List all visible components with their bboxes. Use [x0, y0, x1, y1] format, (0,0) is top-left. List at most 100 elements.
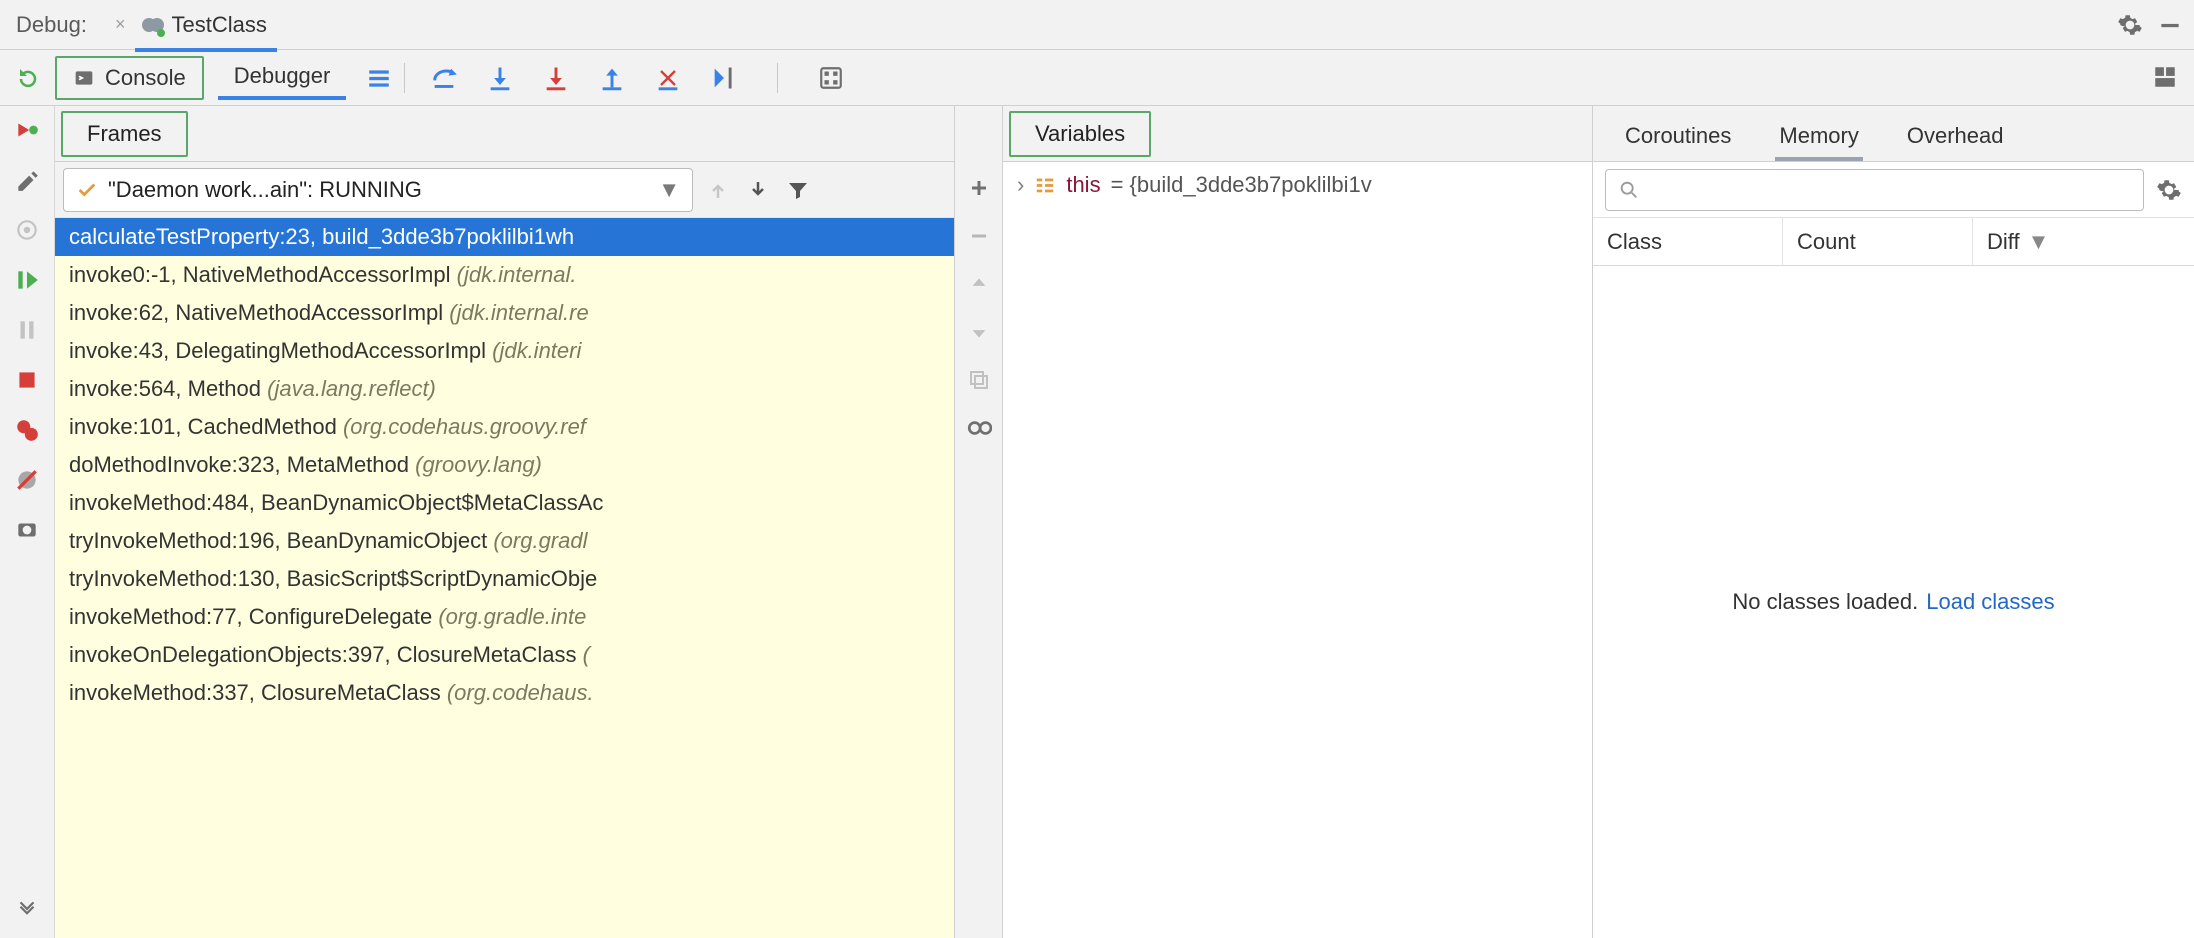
- tab-coroutines[interactable]: Coroutines: [1621, 113, 1735, 161]
- gear-icon[interactable]: [2116, 11, 2144, 39]
- column-count[interactable]: Count: [1783, 218, 1973, 265]
- duplicate-watch-icon[interactable]: [965, 366, 993, 394]
- new-watch-icon[interactable]: [965, 174, 993, 202]
- frame-package: (org.codehaus.groovy.ref: [343, 414, 586, 439]
- frame-package: (java.lang.reflect): [267, 376, 436, 401]
- run-to-cursor-icon[interactable]: [709, 63, 739, 93]
- frame-package: (org.codehaus.: [447, 680, 594, 705]
- minimize-icon[interactable]: [2156, 11, 2184, 39]
- variables-panel: Variables › this = {build_3dde3b7poklilb…: [1003, 106, 1593, 938]
- frame-row[interactable]: invoke0:-1, NativeMethodAccessorImpl (jd…: [55, 256, 954, 294]
- evaluate-expression-icon[interactable]: [816, 63, 846, 93]
- stop-icon[interactable]: [13, 366, 41, 394]
- resume-program-icon[interactable]: [13, 266, 41, 294]
- layout-settings-icon[interactable]: [2152, 64, 2180, 92]
- frame-package: (org.gradl: [493, 528, 587, 553]
- get-thread-dump-icon[interactable]: [13, 516, 41, 544]
- frame-row[interactable]: invoke:101, CachedMethod (org.codehaus.g…: [55, 408, 954, 446]
- drop-frame-icon[interactable]: [653, 63, 683, 93]
- tab-coroutines-label: Coroutines: [1625, 123, 1731, 148]
- variables-body[interactable]: › this = {build_3dde3b7poklilbi1v: [1003, 162, 1592, 938]
- frame-row[interactable]: invokeMethod:484, BeanDynamicObject$Meta…: [55, 484, 954, 522]
- frames-tab[interactable]: Frames: [61, 111, 188, 157]
- check-icon: [76, 179, 98, 201]
- chevron-right-icon[interactable]: ›: [1017, 172, 1024, 198]
- frame-row[interactable]: invoke:564, Method (java.lang.reflect): [55, 370, 954, 408]
- debugger-tab[interactable]: Debugger: [218, 56, 347, 100]
- column-class[interactable]: Class: [1593, 218, 1783, 265]
- close-tab-icon[interactable]: ×: [105, 14, 136, 35]
- frame-row[interactable]: calculateTestProperty:23, build_3dde3b7p…: [55, 218, 954, 256]
- frame-row[interactable]: invoke:62, NativeMethodAccessorImpl (jdk…: [55, 294, 954, 332]
- modify-run-config-icon[interactable]: [13, 166, 41, 194]
- frame-main: invoke:62, NativeMethodAccessorImpl: [69, 300, 449, 325]
- frame-row[interactable]: doMethodInvoke:323, MetaMethod (groovy.l…: [55, 446, 954, 484]
- force-step-into-icon[interactable]: [541, 63, 571, 93]
- memory-settings-icon[interactable]: [2156, 177, 2182, 203]
- frame-main: tryInvokeMethod:196, BeanDynamicObject: [69, 528, 493, 553]
- frame-package: (jdk.internal.: [457, 262, 577, 287]
- frame-main: invokeMethod:484, BeanDynamicObject$Meta…: [69, 490, 603, 515]
- empty-text: No classes loaded.: [1732, 589, 1918, 615]
- console-tab[interactable]: Console: [55, 56, 204, 100]
- filter-frames-icon[interactable]: [783, 175, 813, 205]
- mute-breakpoints-icon[interactable]: [13, 466, 41, 494]
- variables-tab[interactable]: Variables: [1009, 111, 1151, 157]
- view-breakpoints-icon[interactable]: [13, 416, 41, 444]
- frame-main: doMethodInvoke:323, MetaMethod: [69, 452, 415, 477]
- frame-package: (jdk.interi: [492, 338, 581, 363]
- frame-row[interactable]: tryInvokeMethod:196, BeanDynamicObject (…: [55, 522, 954, 560]
- thread-selector[interactable]: "Daemon work...ain": RUNNING ▼: [63, 168, 693, 212]
- frame-main: invokeMethod:337, ClosureMetaClass: [69, 680, 447, 705]
- frame-row[interactable]: invokeMethod:337, ClosureMetaClass (org.…: [55, 674, 954, 712]
- right-tabs: Coroutines Memory Overhead: [1593, 106, 2194, 162]
- debugger-tab-label: Debugger: [234, 63, 331, 89]
- step-over-icon[interactable]: [429, 63, 459, 93]
- frame-package: (: [583, 642, 590, 667]
- frames-list[interactable]: calculateTestProperty:23, build_3dde3b7p…: [55, 218, 954, 938]
- tab-memory[interactable]: Memory: [1775, 113, 1862, 161]
- next-frame-icon[interactable]: [743, 175, 773, 205]
- run-config-name: TestClass: [171, 12, 266, 38]
- frame-main: calculateTestProperty:23, build_3dde3b7p…: [69, 224, 574, 249]
- variables-tab-label: Variables: [1035, 121, 1125, 146]
- remove-watch-icon[interactable]: [965, 222, 993, 250]
- debug-header: Debug: × TestClass: [0, 0, 2194, 50]
- memory-panel: Coroutines Memory Overhead Class Count D…: [1593, 106, 2194, 938]
- previous-frame-icon[interactable]: [703, 175, 733, 205]
- show-execution-point-icon[interactable]: [13, 216, 41, 244]
- frame-row[interactable]: invoke:43, DelegatingMethodAccessorImpl …: [55, 332, 954, 370]
- memory-search-input[interactable]: [1605, 169, 2144, 211]
- tab-overhead[interactable]: Overhead: [1903, 113, 2008, 161]
- step-out-icon[interactable]: [597, 63, 627, 93]
- memory-toolbar: [1593, 162, 2194, 218]
- debug-toolbar: Console Debugger: [0, 50, 2194, 106]
- more-actions-icon[interactable]: [13, 896, 41, 924]
- run-config-tab[interactable]: TestClass: [135, 12, 276, 52]
- threads-icon[interactable]: [366, 65, 392, 91]
- variable-value: = {build_3dde3b7poklilbi1v: [1111, 172, 1372, 198]
- rerun-icon[interactable]: [16, 66, 40, 90]
- frames-tab-label: Frames: [87, 121, 162, 146]
- variable-row[interactable]: › this = {build_3dde3b7poklilbi1v: [1017, 172, 1578, 198]
- step-controls: [429, 63, 846, 93]
- tab-overhead-label: Overhead: [1907, 123, 2004, 148]
- show-watches-icon[interactable]: [965, 414, 993, 442]
- watch-down-icon[interactable]: [965, 318, 993, 346]
- debug-title: Debug:: [10, 12, 105, 38]
- stop-and-rerun-icon[interactable]: [13, 116, 41, 144]
- watch-up-icon[interactable]: [965, 270, 993, 298]
- frame-row[interactable]: invokeMethod:77, ConfigureDelegate (org.…: [55, 598, 954, 636]
- frame-package: (org.gradle.inte: [438, 604, 586, 629]
- load-classes-link[interactable]: Load classes: [1926, 589, 2054, 615]
- frame-row[interactable]: invokeOnDelegationObjects:397, ClosureMe…: [55, 636, 954, 674]
- pause-program-icon[interactable]: [13, 316, 41, 344]
- memory-table-header: Class Count Diff ▼: [1593, 218, 2194, 266]
- frame-main: invoke:101, CachedMethod: [69, 414, 343, 439]
- frame-row[interactable]: tryInvokeMethod:130, BasicScript$ScriptD…: [55, 560, 954, 598]
- frame-main: invoke:43, DelegatingMethodAccessorImpl: [69, 338, 492, 363]
- column-diff-label: Diff: [1987, 229, 2020, 255]
- step-into-icon[interactable]: [485, 63, 515, 93]
- thread-name: "Daemon work...ain": RUNNING: [108, 177, 422, 203]
- column-diff[interactable]: Diff ▼: [1973, 229, 2194, 255]
